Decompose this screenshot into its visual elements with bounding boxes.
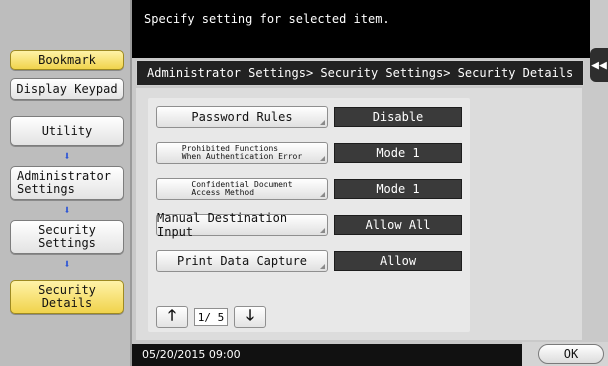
password-rules-value: Disable [334, 107, 462, 127]
page-down-button[interactable]: 🡓 [234, 306, 266, 328]
setting-label: Print Data Capture [176, 254, 308, 268]
settings-list: Password Rules Disable Prohibited Functi… [148, 98, 470, 332]
security-settings-button[interactable]: Security Settings [10, 220, 124, 254]
setting-label: Manual Destination Input [157, 211, 288, 239]
ok-button[interactable]: OK [538, 344, 604, 364]
double-chevron-left-icon: ◀◀ [591, 57, 607, 73]
corner-icon [320, 264, 325, 269]
print-data-capture-button[interactable]: Print Data Capture [156, 250, 328, 272]
main-panel: Password Rules Disable Prohibited Functi… [136, 88, 582, 340]
arrow-down-icon: ⬇ [63, 203, 71, 217]
message-bar: Specify setting for selected item. [132, 0, 590, 58]
arrow-up-icon: 🡑 [168, 305, 176, 324]
corner-icon [320, 120, 325, 125]
prohibited-functions-button[interactable]: Prohibited Functions When Authentication… [156, 142, 328, 164]
bookmark-button[interactable]: Bookmark [10, 50, 124, 70]
utility-button[interactable]: Utility [10, 116, 124, 146]
instruction-message: Specify setting for selected item. [144, 12, 390, 26]
collapse-panel-tab[interactable]: ◀◀ [590, 48, 608, 82]
confidential-document-button[interactable]: Confidential Document Access Method [156, 178, 328, 200]
corner-icon [320, 192, 325, 197]
page-up-button[interactable]: 🡑 [156, 306, 188, 328]
setting-label: Confidential Document Access Method [191, 180, 293, 197]
setting-label: Prohibited Functions When Authentication… [181, 144, 303, 161]
confidential-document-value: Mode 1 [334, 179, 462, 199]
sidebar: Bookmark Display Keypad Utility ⬇ Admini… [0, 0, 132, 366]
page-indicator: 1/ 5 [194, 308, 228, 326]
corner-icon [320, 228, 325, 233]
administrator-settings-button[interactable]: Administrator Settings [10, 166, 124, 200]
arrow-down-icon: ⬇ [63, 149, 71, 163]
password-rules-button[interactable]: Password Rules [156, 106, 328, 128]
arrow-down-icon: ⬇ [63, 257, 71, 271]
manual-destination-input-value: Allow All [334, 215, 462, 235]
arrow-down-icon: 🡓 [246, 305, 254, 324]
pager: 🡑 1/ 5 🡓 [156, 306, 266, 328]
print-data-capture-value: Allow [334, 251, 462, 271]
setting-label: Password Rules [191, 110, 293, 124]
manual-destination-input-button[interactable]: Manual Destination Input [156, 211, 328, 239]
date-time: 05/20/2015 09:00 [142, 348, 241, 361]
corner-icon [320, 156, 325, 161]
breadcrumb: Administrator Settings> Security Setting… [136, 60, 584, 86]
prohibited-functions-value: Mode 1 [334, 143, 462, 163]
display-keypad-button[interactable]: Display Keypad [10, 78, 124, 100]
security-details-button[interactable]: Security Details [10, 280, 124, 314]
